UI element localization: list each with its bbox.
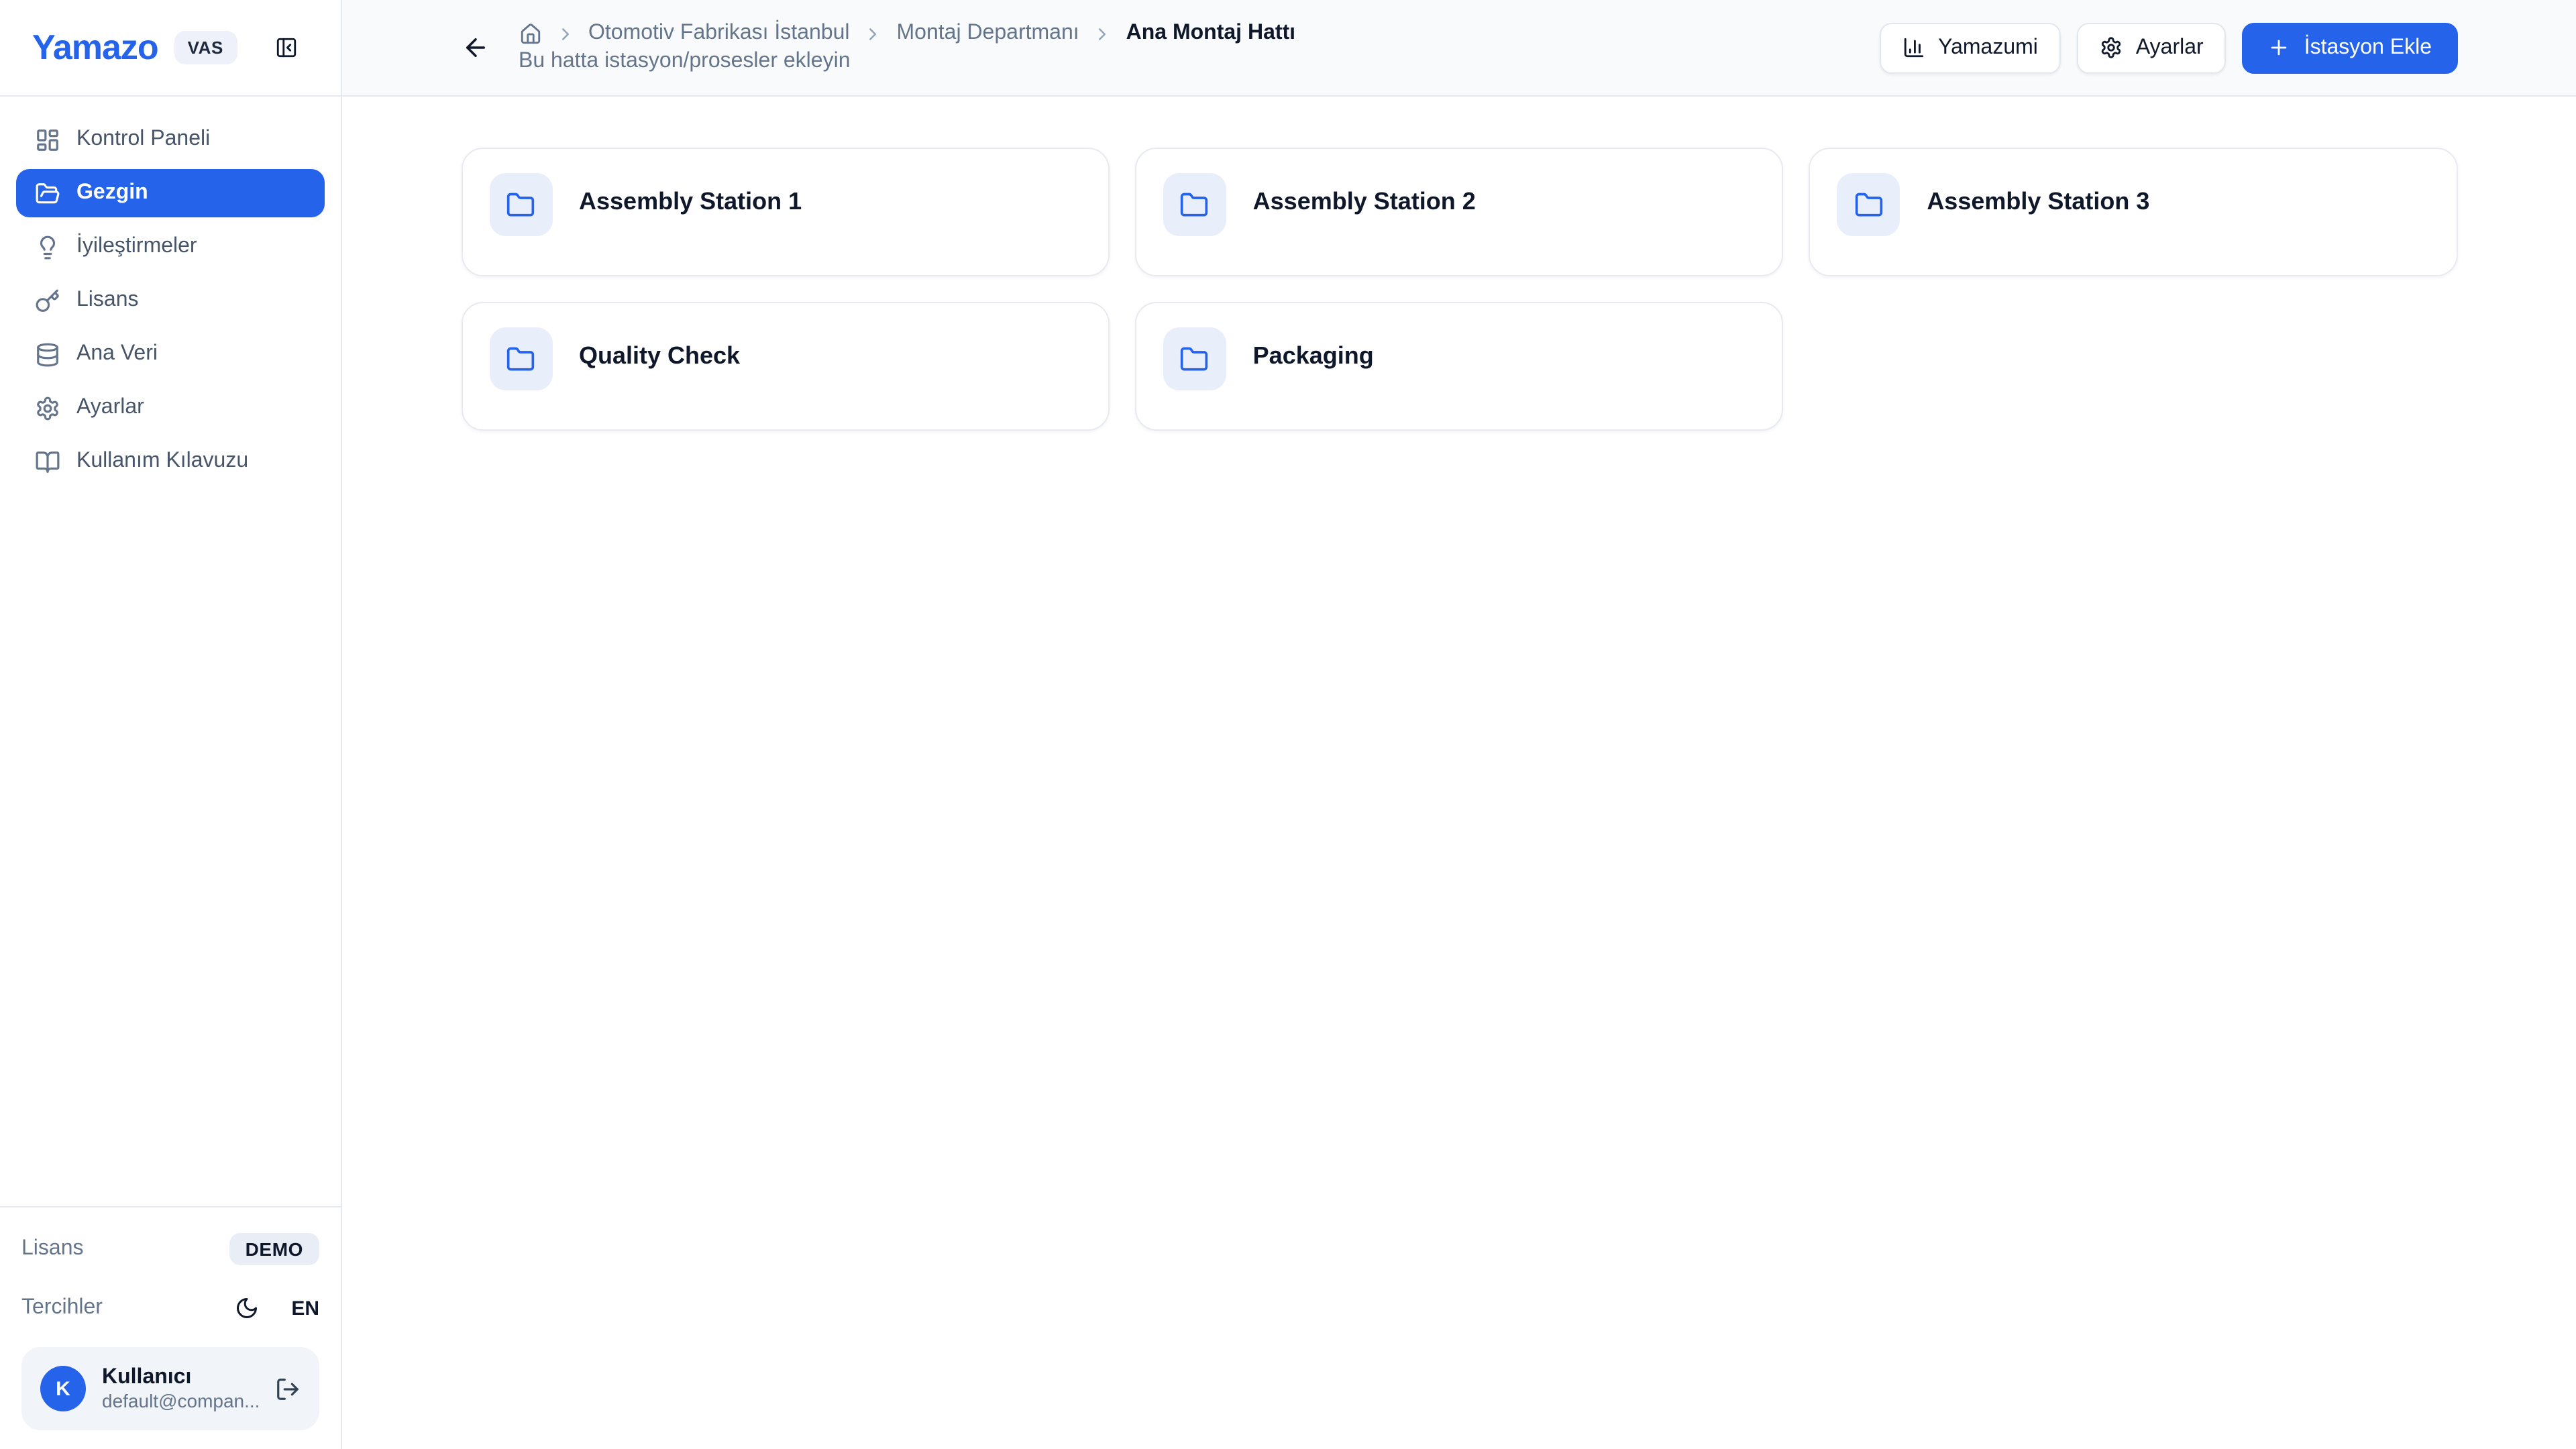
page-subtitle: Bu hatta istasyon/prosesler ekleyin [519,50,1295,74]
yamazumi-button[interactable]: Yamazumi [1879,22,2061,73]
avatar: K [40,1366,86,1411]
add-station-button-label: İstasyon Ekle [2304,36,2432,60]
app-logo: Yamazo [32,27,158,68]
lightbulb-icon [35,234,60,260]
station-card-quality-check[interactable]: Quality Check [461,302,1110,431]
folder-tile [489,327,552,390]
user-meta: Kullanıcı default@compan... [102,1364,264,1413]
layout-dashboard-icon [35,127,60,152]
breadcrumb-current: Ana Montaj Hattı [1126,21,1295,46]
license-row: Lisans DEMO [21,1229,319,1269]
chevron-right-icon [555,23,575,44]
theme-toggle-button[interactable] [235,1296,259,1320]
station-grid: Assembly Station 1 Assembly Station 2 [461,148,2457,431]
plus-icon [2268,36,2291,59]
sidebar-item-label: İyileştirmeler [76,235,197,259]
chevron-right-icon [1093,23,1113,44]
preferences-row: Tercihler EN [21,1288,319,1328]
sidebar-item-label: Lisans [76,288,139,313]
sidebar-collapse-button[interactable] [275,36,298,59]
home-icon [519,22,541,45]
panel-left-close-icon [275,36,298,59]
topbar: Otomotiv Fabrikası İstanbul Montaj Depar… [342,0,2576,97]
folder-icon [1180,190,1210,219]
station-card-assembly-2[interactable]: Assembly Station 2 [1135,148,1784,276]
back-button[interactable] [461,34,489,62]
folder-tile [1163,173,1226,236]
station-card-title: Assembly Station 1 [579,188,802,216]
license-badge: DEMO [229,1233,319,1265]
user-name: Kullanıcı [102,1364,264,1390]
add-station-button[interactable]: İstasyon Ekle [2243,22,2457,73]
gear-icon [2100,36,2123,59]
sidebar-item-gezgin[interactable]: Gezgin [16,169,325,217]
folder-icon [1854,190,1883,219]
folder-icon [1180,344,1210,374]
app-root: Yamazo VAS Kontrol Paneli Gezgin [0,0,2576,1449]
station-card-packaging[interactable]: Packaging [1135,302,1784,431]
folder-icon [506,344,535,374]
content: Assembly Station 1 Assembly Station 2 [342,97,2576,1449]
app-logo-badge: VAS [174,31,237,64]
sidebar-item-lisans[interactable]: Lisans [16,276,325,325]
sidebar-item-label: Kontrol Paneli [76,127,210,152]
folder-tile [1837,173,1900,236]
bar-chart-icon [1902,36,1925,59]
user-card: K Kullanıcı default@compan... [21,1347,319,1430]
header-actions: Yamazumi Ayarlar İstasyon Ekle [1879,22,2457,73]
sidebar-item-kullanim-kilavuzu[interactable]: Kullanım Kılavuzu [16,437,325,486]
page-heading: Otomotiv Fabrikası İstanbul Montaj Depar… [519,21,1295,74]
preferences-label: Tercihler [21,1296,103,1320]
station-card-assembly-3[interactable]: Assembly Station 3 [1809,148,2457,276]
sidebar-footer: Lisans DEMO Tercihler EN K Kullanıcı [0,1206,341,1449]
sidebar-item-ayarlar[interactable]: Ayarlar [16,384,325,432]
breadcrumb: Otomotiv Fabrikası İstanbul Montaj Depar… [519,21,1295,46]
settings-button[interactable]: Ayarlar [2077,22,2226,73]
station-card-title: Quality Check [579,342,740,370]
book-open-icon [35,449,60,474]
moon-icon [235,1296,259,1320]
chevron-right-icon [863,23,883,44]
station-card-title: Packaging [1253,342,1374,370]
folder-tile [489,173,552,236]
sidebar-item-kontrol-paneli[interactable]: Kontrol Paneli [16,115,325,164]
settings-button-label: Ayarlar [2136,36,2204,60]
sidebar: Yamazo VAS Kontrol Paneli Gezgin [0,0,342,1449]
sidebar-item-iyilestirmeler[interactable]: İyileştirmeler [16,223,325,271]
sidebar-header: Yamazo VAS [0,0,341,97]
breadcrumb-link-factory[interactable]: Otomotiv Fabrikası İstanbul [588,21,850,46]
key-icon [35,288,60,313]
language-toggle-button[interactable]: EN [291,1297,319,1320]
station-card-assembly-1[interactable]: Assembly Station 1 [461,148,1110,276]
sidebar-item-ana-veri[interactable]: Ana Veri [16,330,325,378]
sidebar-item-label: Ana Veri [76,342,158,366]
yamazumi-button-label: Yamazumi [1938,36,2038,60]
user-email: default@compan... [102,1390,264,1413]
breadcrumb-home-link[interactable] [519,22,541,45]
station-card-title: Assembly Station 2 [1253,188,1476,216]
gear-icon [35,395,60,421]
sidebar-item-label: Ayarlar [76,396,144,420]
sidebar-item-label: Gezgin [76,181,148,205]
sidebar-item-label: Kullanım Kılavuzu [76,449,248,474]
database-icon [35,341,60,367]
arrow-left-icon [461,34,489,62]
folder-open-icon [35,180,60,206]
station-card-title: Assembly Station 3 [1927,188,2149,216]
sidebar-nav: Kontrol Paneli Gezgin İyileştirmeler Lis… [0,97,341,1206]
folder-icon [506,190,535,219]
main-column: Otomotiv Fabrikası İstanbul Montaj Depar… [342,0,2576,1449]
logout-button[interactable] [275,1376,301,1401]
folder-tile [1163,327,1226,390]
log-out-icon [275,1376,301,1401]
breadcrumb-link-department[interactable]: Montaj Departmanı [897,21,1079,46]
license-label: Lisans [21,1237,84,1261]
